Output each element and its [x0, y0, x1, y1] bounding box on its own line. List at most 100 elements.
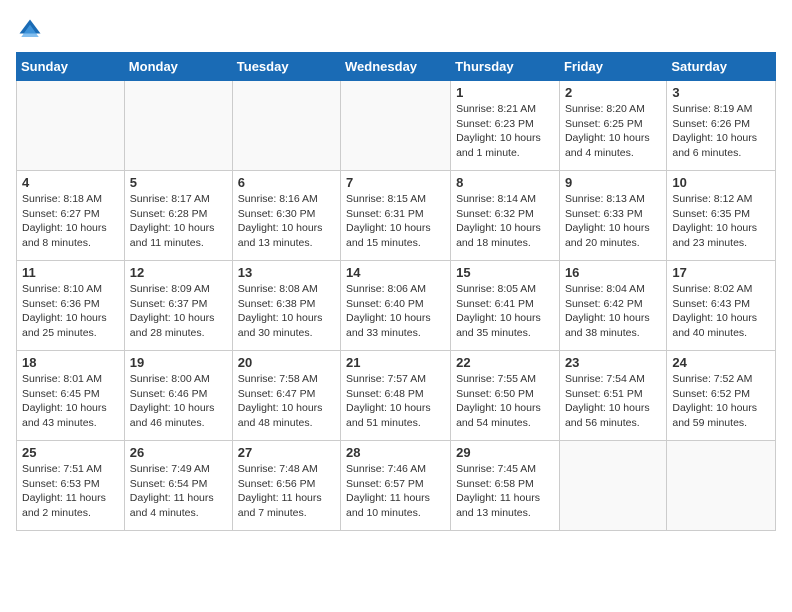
- day-number: 27: [238, 445, 335, 460]
- day-number: 26: [130, 445, 227, 460]
- calendar-cell: [559, 441, 666, 531]
- day-number: 14: [346, 265, 445, 280]
- day-info: Sunrise: 7:52 AM Sunset: 6:52 PM Dayligh…: [672, 372, 770, 431]
- calendar-cell: 1Sunrise: 8:21 AM Sunset: 6:23 PM Daylig…: [451, 81, 560, 171]
- calendar-cell: 2 Sunrise: 8:20 AM Sunset: 6:25 PM Daylig…: [559, 81, 666, 171]
- weekday-header-saturday: Saturday: [667, 53, 776, 81]
- page-header: [16, 16, 776, 44]
- calendar-cell: [124, 81, 232, 171]
- calendar-cell: 19 Sunrise: 8:00 AM Sunset: 6:46 PM Dayli…: [124, 351, 232, 441]
- calendar-cell: 6 Sunrise: 8:16 AM Sunset: 6:30 PM Daylig…: [232, 171, 340, 261]
- day-info: Sunrise: 8:00 AM Sunset: 6:46 PM Dayligh…: [130, 372, 227, 431]
- day-number: 23: [565, 355, 661, 370]
- calendar-cell: 18 Sunrise: 8:01 AM Sunset: 6:45 PM Dayli…: [17, 351, 125, 441]
- calendar-cell: 13 Sunrise: 8:08 AM Sunset: 6:38 PM Dayli…: [232, 261, 340, 351]
- calendar-cell: 3Sunrise: 8:19 AM Sunset: 6:26 PM Daylig…: [667, 81, 776, 171]
- calendar-cell: 14 Sunrise: 8:06 AM Sunset: 6:40 PM Dayli…: [341, 261, 451, 351]
- day-number: 3: [672, 85, 770, 100]
- calendar-cell: 24Sunrise: 7:52 AM Sunset: 6:52 PM Dayli…: [667, 351, 776, 441]
- calendar-table: SundayMondayTuesdayWednesdayThursdayFrid…: [16, 52, 776, 531]
- day-number: 6: [238, 175, 335, 190]
- day-number: 18: [22, 355, 119, 370]
- calendar-week-row: 11 Sunrise: 8:10 AM Sunset: 6:36 PM Dayli…: [17, 261, 776, 351]
- calendar-cell: 11 Sunrise: 8:10 AM Sunset: 6:36 PM Dayli…: [17, 261, 125, 351]
- day-info: Sunrise: 7:57 AM Sunset: 6:48 PM Dayligh…: [346, 372, 445, 431]
- calendar-cell: 17 Sunrise: 8:02 AM Sunset: 6:43 PM Dayli…: [667, 261, 776, 351]
- weekday-header-friday: Friday: [559, 53, 666, 81]
- day-number: 9: [565, 175, 661, 190]
- day-number: 17: [672, 265, 770, 280]
- day-info: Sunrise: 8:05 AM Sunset: 6:41 PM Dayligh…: [456, 282, 554, 341]
- calendar-cell: 20 Sunrise: 7:58 AM Sunset: 6:47 PM Dayli…: [232, 351, 340, 441]
- calendar-cell: 16 Sunrise: 8:04 AM Sunset: 6:42 PM Dayli…: [559, 261, 666, 351]
- calendar-week-row: 25Sunrise: 7:51 AM Sunset: 6:53 PM Dayli…: [17, 441, 776, 531]
- calendar-cell: 8Sunrise: 8:14 AM Sunset: 6:32 PM Daylig…: [451, 171, 560, 261]
- weekday-header-wednesday: Wednesday: [341, 53, 451, 81]
- calendar-week-row: 1Sunrise: 8:21 AM Sunset: 6:23 PM Daylig…: [17, 81, 776, 171]
- day-info: Sunrise: 8:08 AM Sunset: 6:38 PM Dayligh…: [238, 282, 335, 341]
- day-number: 4: [22, 175, 119, 190]
- calendar-cell: 4 Sunrise: 8:18 AM Sunset: 6:27 PM Daylig…: [17, 171, 125, 261]
- day-info: Sunrise: 7:54 AM Sunset: 6:51 PM Dayligh…: [565, 372, 661, 431]
- day-info: Sunrise: 8:09 AM Sunset: 6:37 PM Dayligh…: [130, 282, 227, 341]
- day-info: Sunrise: 8:18 AM Sunset: 6:27 PM Dayligh…: [22, 192, 119, 251]
- calendar-week-row: 4 Sunrise: 8:18 AM Sunset: 6:27 PM Daylig…: [17, 171, 776, 261]
- day-number: 7: [346, 175, 445, 190]
- day-info: Sunrise: 8:10 AM Sunset: 6:36 PM Dayligh…: [22, 282, 119, 341]
- day-info: Sunrise: 8:13 AM Sunset: 6:33 PM Dayligh…: [565, 192, 661, 251]
- day-info: Sunrise: 7:49 AM Sunset: 6:54 PM Dayligh…: [130, 462, 227, 521]
- day-number: 28: [346, 445, 445, 460]
- day-info: Sunrise: 7:48 AM Sunset: 6:56 PM Dayligh…: [238, 462, 335, 521]
- day-info: Sunrise: 8:06 AM Sunset: 6:40 PM Dayligh…: [346, 282, 445, 341]
- day-info: Sunrise: 7:55 AM Sunset: 6:50 PM Dayligh…: [456, 372, 554, 431]
- calendar-cell: 10 Sunrise: 8:12 AM Sunset: 6:35 PM Dayli…: [667, 171, 776, 261]
- calendar-cell: [232, 81, 340, 171]
- day-number: 10: [672, 175, 770, 190]
- day-info: Sunrise: 8:01 AM Sunset: 6:45 PM Dayligh…: [22, 372, 119, 431]
- day-info: Sunrise: 8:02 AM Sunset: 6:43 PM Dayligh…: [672, 282, 770, 341]
- calendar-cell: 12Sunrise: 8:09 AM Sunset: 6:37 PM Dayli…: [124, 261, 232, 351]
- calendar-cell: 21 Sunrise: 7:57 AM Sunset: 6:48 PM Dayli…: [341, 351, 451, 441]
- calendar-cell: 23 Sunrise: 7:54 AM Sunset: 6:51 PM Dayli…: [559, 351, 666, 441]
- weekday-header-sunday: Sunday: [17, 53, 125, 81]
- day-info: Sunrise: 7:51 AM Sunset: 6:53 PM Dayligh…: [22, 462, 119, 521]
- logo: [16, 16, 48, 44]
- day-number: 8: [456, 175, 554, 190]
- calendar-cell: 7 Sunrise: 8:15 AM Sunset: 6:31 PM Daylig…: [341, 171, 451, 261]
- day-number: 15: [456, 265, 554, 280]
- calendar-cell: [17, 81, 125, 171]
- day-info: Sunrise: 8:15 AM Sunset: 6:31 PM Dayligh…: [346, 192, 445, 251]
- weekday-header-monday: Monday: [124, 53, 232, 81]
- day-info: Sunrise: 7:45 AM Sunset: 6:58 PM Dayligh…: [456, 462, 554, 521]
- calendar-cell: 27 Sunrise: 7:48 AM Sunset: 6:56 PM Dayli…: [232, 441, 340, 531]
- day-info: Sunrise: 8:16 AM Sunset: 6:30 PM Dayligh…: [238, 192, 335, 251]
- logo-icon: [16, 16, 44, 44]
- calendar-cell: 25Sunrise: 7:51 AM Sunset: 6:53 PM Dayli…: [17, 441, 125, 531]
- day-info: Sunrise: 8:17 AM Sunset: 6:28 PM Dayligh…: [130, 192, 227, 251]
- day-number: 21: [346, 355, 445, 370]
- day-info: Sunrise: 7:58 AM Sunset: 6:47 PM Dayligh…: [238, 372, 335, 431]
- day-info: Sunrise: 8:20 AM Sunset: 6:25 PM Dayligh…: [565, 102, 661, 161]
- calendar-cell: 9 Sunrise: 8:13 AM Sunset: 6:33 PM Daylig…: [559, 171, 666, 261]
- calendar-cell: [341, 81, 451, 171]
- day-number: 20: [238, 355, 335, 370]
- day-info: Sunrise: 8:12 AM Sunset: 6:35 PM Dayligh…: [672, 192, 770, 251]
- day-number: 22: [456, 355, 554, 370]
- day-number: 13: [238, 265, 335, 280]
- calendar-cell: 5 Sunrise: 8:17 AM Sunset: 6:28 PM Daylig…: [124, 171, 232, 261]
- calendar-cell: 29 Sunrise: 7:45 AM Sunset: 6:58 PM Dayli…: [451, 441, 560, 531]
- day-info: Sunrise: 8:04 AM Sunset: 6:42 PM Dayligh…: [565, 282, 661, 341]
- calendar-cell: [667, 441, 776, 531]
- day-number: 2: [565, 85, 661, 100]
- day-number: 1: [456, 85, 554, 100]
- weekday-header-tuesday: Tuesday: [232, 53, 340, 81]
- calendar-cell: 22 Sunrise: 7:55 AM Sunset: 6:50 PM Dayli…: [451, 351, 560, 441]
- day-number: 19: [130, 355, 227, 370]
- day-number: 16: [565, 265, 661, 280]
- day-number: 5: [130, 175, 227, 190]
- calendar-cell: 26 Sunrise: 7:49 AM Sunset: 6:54 PM Dayli…: [124, 441, 232, 531]
- weekday-header-row: SundayMondayTuesdayWednesdayThursdayFrid…: [17, 53, 776, 81]
- day-number: 11: [22, 265, 119, 280]
- day-info: Sunrise: 7:46 AM Sunset: 6:57 PM Dayligh…: [346, 462, 445, 521]
- day-number: 29: [456, 445, 554, 460]
